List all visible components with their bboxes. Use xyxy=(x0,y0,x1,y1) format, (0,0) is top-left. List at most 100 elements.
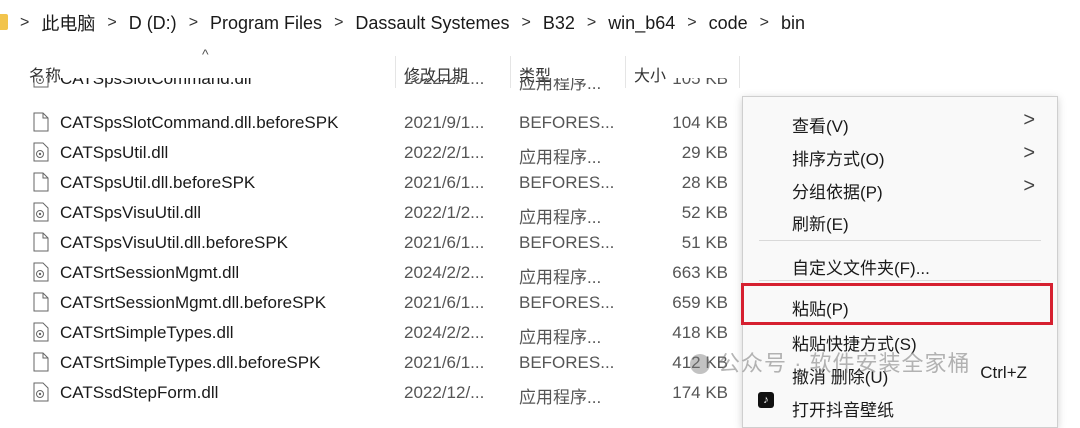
file-icon xyxy=(33,352,49,372)
file-row[interactable]: CATSpsSlotCommand.dll 2022/2/1... 应用程序..… xyxy=(0,78,740,94)
chevron-right-icon[interactable]: > xyxy=(687,14,696,32)
file-size: 52 KB xyxy=(681,203,728,222)
file-row[interactable]: CATSpsVisuUtil.dll 2022/1/2... 应用程序... 5… xyxy=(0,198,740,228)
file-type: BEFORES... xyxy=(519,293,615,312)
breadcrumb-program-files[interactable]: Program Files xyxy=(210,13,322,34)
menu-item-label: 打开抖音壁纸 xyxy=(792,401,894,420)
shortcut-label: Ctrl+Z xyxy=(980,363,1027,382)
file-type: 应用程序... xyxy=(519,148,602,167)
file-size: 29 KB xyxy=(681,143,728,162)
breadcrumb-win-b64[interactable]: win_b64 xyxy=(608,13,675,34)
file-date: 2021/6/1... xyxy=(404,233,485,252)
file-name: CATSpsSlotCommand.dll.beforeSPK xyxy=(60,113,339,132)
file-date: 2022/2/1... xyxy=(404,78,485,88)
file-name: CATSrtSimpleTypes.dll xyxy=(60,323,234,342)
file-row[interactable]: CATSpsVisuUtil.dll.beforeSPK 2021/6/1...… xyxy=(0,228,740,258)
menu-item-open-douyin[interactable]: 打开抖音壁纸 xyxy=(743,389,1057,421)
file-name: CATSsdStepForm.dll xyxy=(60,383,219,402)
menu-item-refresh[interactable]: 刷新(E) xyxy=(743,203,1057,235)
breadcrumb-drive-d[interactable]: D (D:) xyxy=(129,13,177,34)
dll-icon xyxy=(33,322,49,342)
file-type: 应用程序... xyxy=(519,388,602,406)
file-size: 663 KB xyxy=(672,263,728,282)
chevron-right-icon[interactable]: > xyxy=(334,14,343,32)
file-icon xyxy=(33,112,49,132)
file-type: 应用程序... xyxy=(519,208,602,227)
file-row[interactable]: CATSrtSimpleTypes.dll 2024/2/2... 应用程序..… xyxy=(0,318,740,348)
file-type: BEFORES... xyxy=(519,113,615,132)
menu-item-label: 分组依据(P) xyxy=(792,183,883,202)
chevron-right-icon[interactable]: > xyxy=(760,14,769,32)
menu-item-label: 刷新(E) xyxy=(792,215,849,234)
file-name: CATSpsVisuUtil.dll xyxy=(60,203,202,222)
menu-separator xyxy=(759,280,1041,281)
file-date: 2022/1/2... xyxy=(404,203,485,222)
menu-item-view[interactable]: 查看(V) > xyxy=(743,105,1057,137)
file-name: CATSpsUtil.dll.beforeSPK xyxy=(60,173,256,192)
file-name: CATSrtSimpleTypes.dll.beforeSPK xyxy=(60,353,321,372)
file-date: 2021/6/1... xyxy=(404,293,485,312)
chevron-right-icon[interactable]: > xyxy=(521,14,530,32)
file-type: BEFORES... xyxy=(519,233,615,252)
file-size: 105 KB xyxy=(672,78,728,88)
wechat-icon xyxy=(690,354,710,374)
breadcrumb-dassault[interactable]: Dassault Systemes xyxy=(355,13,509,34)
chevron-right-icon[interactable]: > xyxy=(189,14,198,32)
file-name: CATSpsUtil.dll xyxy=(60,143,169,162)
breadcrumb-b32[interactable]: B32 xyxy=(543,13,575,34)
menu-separator xyxy=(759,240,1041,241)
file-icon xyxy=(33,232,49,252)
menu-item-label: 排序方式(O) xyxy=(792,150,885,169)
file-icon xyxy=(33,172,49,192)
file-size: 51 KB xyxy=(681,233,728,252)
file-type: 应用程序... xyxy=(519,78,602,93)
dll-icon xyxy=(33,142,49,162)
file-date: 2022/12/... xyxy=(404,383,485,402)
menu-item-sort-by[interactable]: 排序方式(O) > xyxy=(743,138,1057,170)
dll-icon xyxy=(33,202,49,222)
file-size: 418 KB xyxy=(672,323,728,342)
chevron-right-icon[interactable]: > xyxy=(107,14,116,32)
menu-item-customize-folder[interactable]: 自定义文件夹(F)... xyxy=(743,247,1057,279)
file-size: 174 KB xyxy=(672,383,728,402)
dll-icon xyxy=(33,382,49,402)
file-name: CATSpsSlotCommand.dll xyxy=(60,78,252,88)
file-type: BEFORES... xyxy=(519,173,615,192)
chevron-right-icon[interactable]: > xyxy=(587,14,596,32)
file-date: 2021/6/1... xyxy=(404,353,485,372)
breadcrumb-bin[interactable]: bin xyxy=(781,13,805,34)
file-row[interactable]: CATSpsSlotCommand.dll.beforeSPK 2021/9/1… xyxy=(0,108,740,138)
file-date: 2021/6/1... xyxy=(404,173,485,192)
breadcrumb-this-pc[interactable]: 此电脑 xyxy=(41,10,95,36)
file-size: 28 KB xyxy=(681,173,728,192)
file-date: 2024/2/2... xyxy=(404,263,485,282)
chevron-right-icon: > xyxy=(1023,142,1035,164)
file-row[interactable]: CATSrtSessionMgmt.dll.beforeSPK 2021/6/1… xyxy=(0,288,740,318)
file-row[interactable]: CATSpsUtil.dll.beforeSPK 2021/6/1... BEF… xyxy=(0,168,740,198)
context-menu: 查看(V) > 排序方式(O) > 分组依据(P) > 刷新(E) 自定义文件夹… xyxy=(742,96,1058,428)
file-size: 104 KB xyxy=(672,113,728,132)
file-row[interactable]: CATSrtSessionMgmt.dll 2024/2/2... 应用程序..… xyxy=(0,258,740,288)
menu-item-label: 查看(V) xyxy=(792,117,849,136)
breadcrumb-code[interactable]: code xyxy=(709,13,748,34)
chevron-right-icon[interactable]: > xyxy=(20,14,29,32)
file-name: CATSrtSessionMgmt.dll.beforeSPK xyxy=(60,293,327,312)
file-name: CATSpsVisuUtil.dll.beforeSPK xyxy=(60,233,289,252)
file-date: 2024/2/2... xyxy=(404,323,485,342)
chevron-right-icon: > xyxy=(1023,109,1035,131)
file-type: BEFORES... xyxy=(519,353,615,372)
file-row[interactable]: CATSsdStepForm.dll 2022/12/... 应用程序... 1… xyxy=(0,378,740,406)
watermark-text: 公众号 · 软件安装全家桶 xyxy=(718,351,971,376)
file-list: CATSpsSlotCommand.dll 2022/2/1... 应用程序..… xyxy=(0,78,740,406)
file-name: CATSrtSessionMgmt.dll xyxy=(60,263,240,282)
file-row[interactable]: CATSpsUtil.dll 2022/2/1... 应用程序... 29 KB xyxy=(0,138,740,168)
file-row[interactable]: CATSrtSimpleTypes.dll.beforeSPK 2021/6/1… xyxy=(0,348,740,378)
menu-item-group-by[interactable]: 分组依据(P) > xyxy=(743,171,1057,203)
dll-icon xyxy=(33,78,49,88)
dll-icon xyxy=(33,262,49,282)
file-size: 659 KB xyxy=(672,293,728,312)
file-date: 2021/9/1... xyxy=(404,113,485,132)
menu-item-label: 自定义文件夹(F)... xyxy=(792,259,930,278)
watermark: 公众号 · 软件安装全家桶 xyxy=(690,346,971,378)
file-icon xyxy=(33,292,49,312)
